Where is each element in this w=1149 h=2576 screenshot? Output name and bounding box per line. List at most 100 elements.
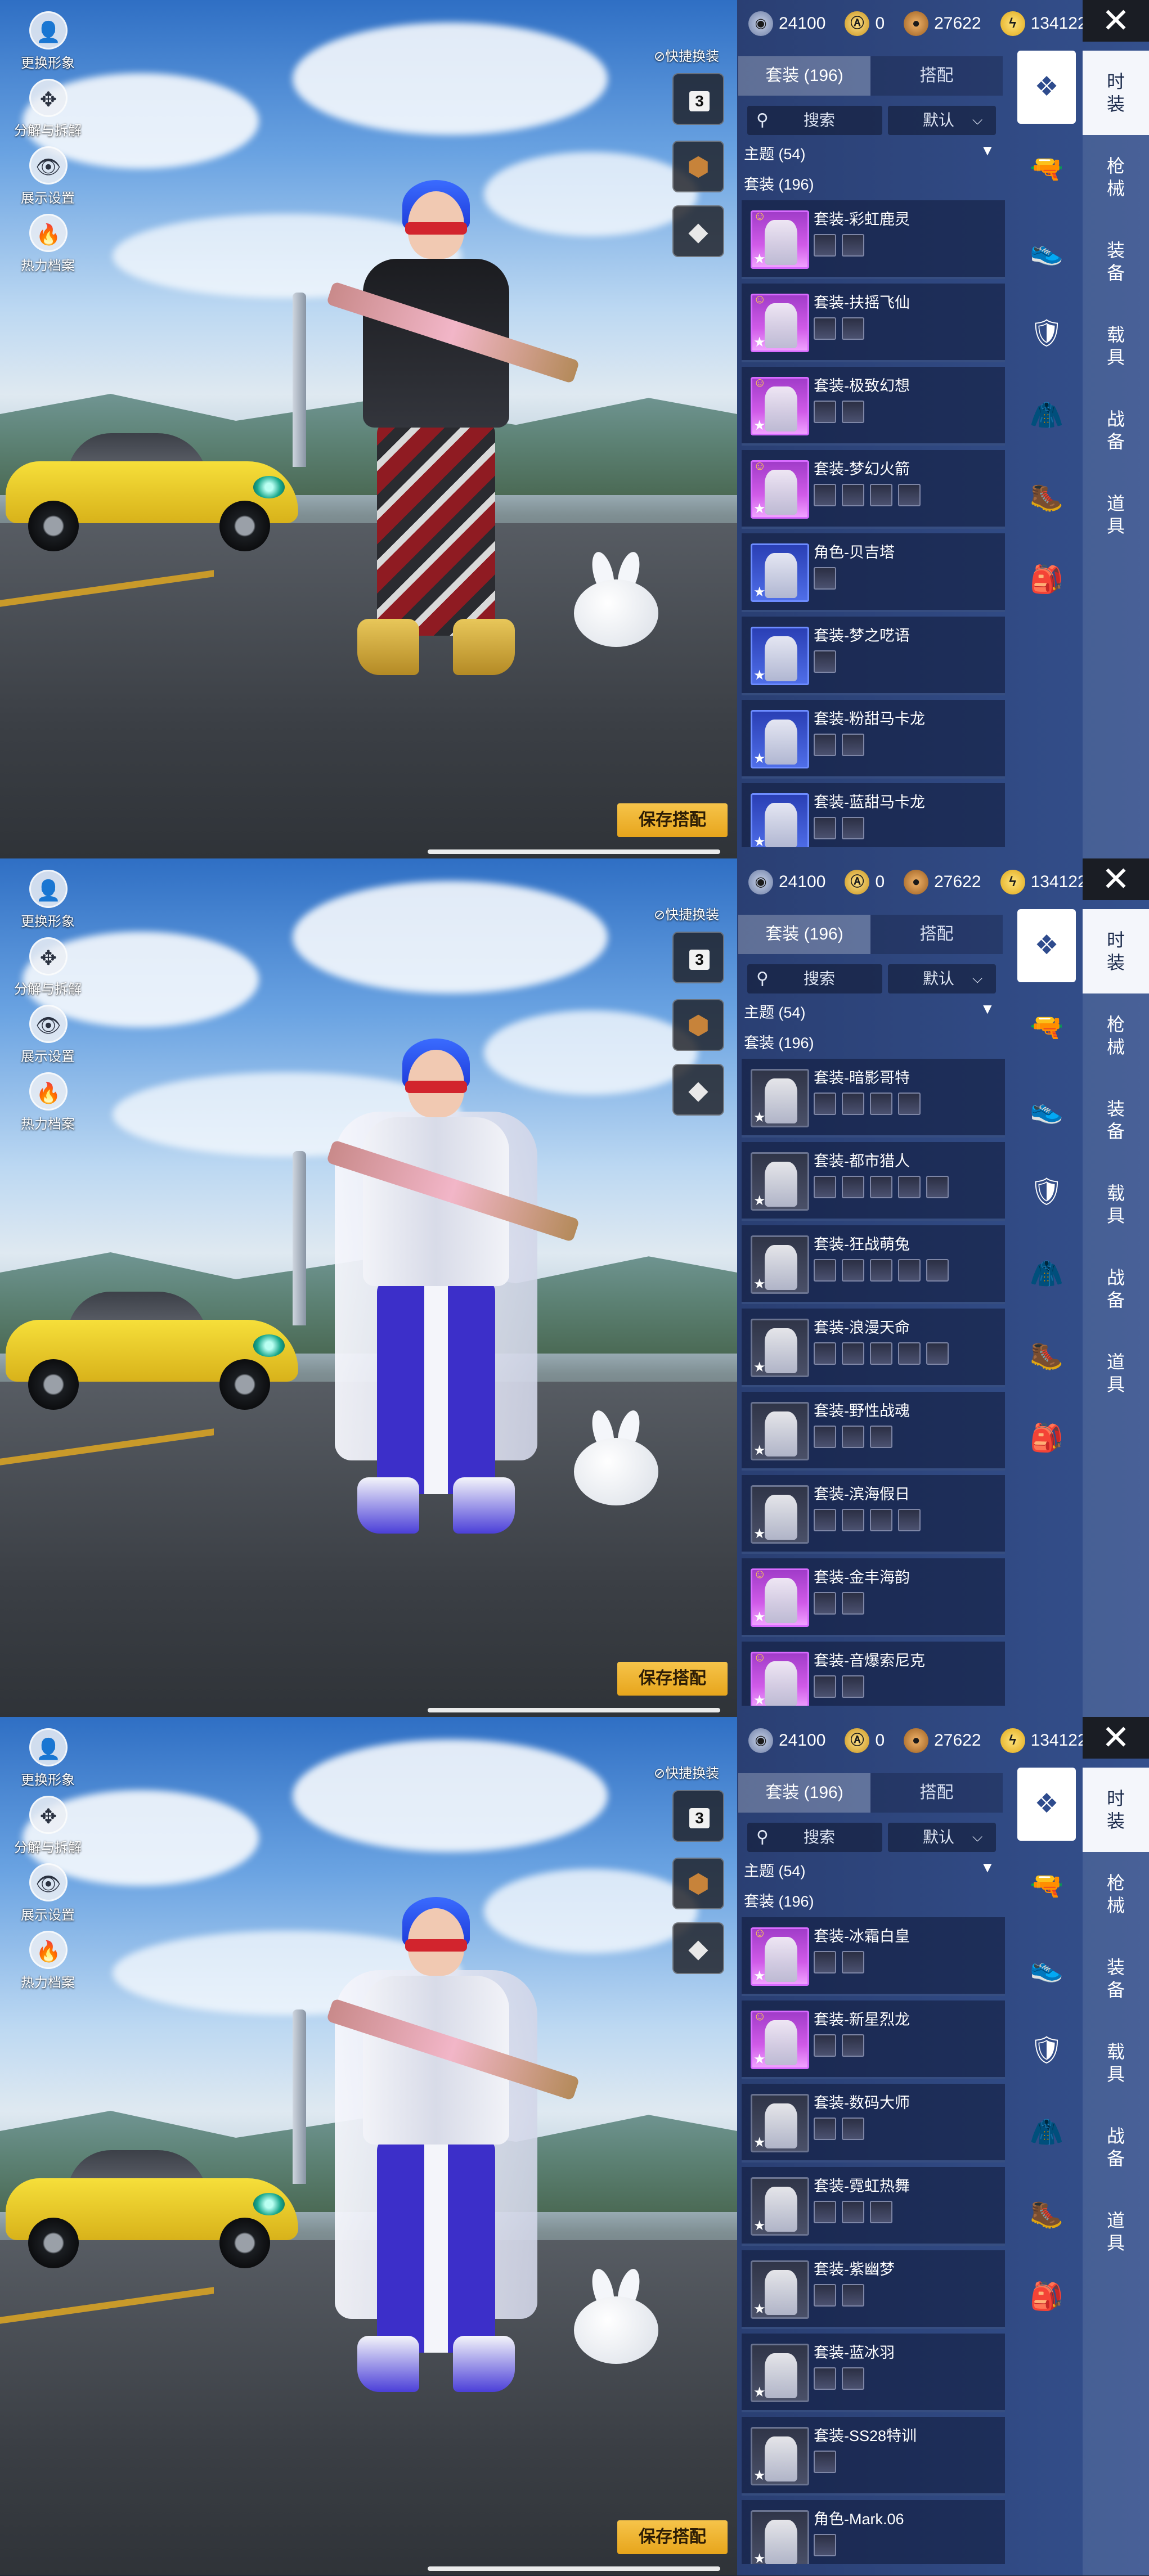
save-outfit-button[interactable]: 保存搭配 — [617, 803, 728, 837]
outfit-list-item[interactable]: ★ 套装-浪漫天命 — [742, 1309, 1005, 1387]
display-settings-button[interactable]: 👁 展示设置 — [6, 1863, 90, 1925]
currency-item[interactable]: ● 27622 — [904, 1728, 981, 1753]
emblem-button[interactable]: ⬢ — [672, 1858, 724, 1909]
side-tab[interactable]: 道 具 — [1083, 473, 1149, 557]
currency-item[interactable]: ◉ 24100 — [748, 1728, 825, 1753]
outfit-part-thumbnail[interactable] — [814, 2284, 836, 2307]
theme-filter[interactable]: 主题 (54) ▼ — [744, 1859, 1003, 1885]
heat-profile-button[interactable]: 🔥 热力档案 — [6, 1931, 90, 1993]
outfit-part-thumbnail[interactable] — [842, 317, 864, 340]
currency-item[interactable]: ϟ 1341226 — [1000, 1728, 1096, 1753]
pants-icon[interactable]: 🥾 — [1017, 461, 1076, 534]
quick-change-label[interactable]: ⊘快捷换装 — [654, 903, 719, 923]
outfit-part-thumbnail[interactable] — [842, 1259, 864, 1282]
outfit-list-item[interactable]: ★ 套装-梦之呓语 — [742, 617, 1005, 695]
outfit-part-thumbnail[interactable] — [870, 1509, 892, 1531]
close-button[interactable]: ✕ — [1083, 0, 1149, 42]
currency-item[interactable]: Ⓐ 0 — [845, 11, 885, 36]
emblem-button[interactable]: ⬢ — [672, 999, 724, 1051]
outfit-part-thumbnail[interactable] — [814, 401, 836, 423]
close-button[interactable]: ✕ — [1083, 1717, 1149, 1759]
jacket-icon[interactable]: 🧥 — [1017, 379, 1076, 452]
outfit-part-thumbnail[interactable] — [814, 567, 836, 590]
outfit-part-thumbnail[interactable] — [842, 1176, 864, 1198]
save-outfit-button[interactable]: 保存搭配 — [617, 1662, 728, 1696]
quick-change-label[interactable]: ⊘快捷换装 — [654, 1762, 719, 1782]
player-character[interactable] — [324, 180, 580, 686]
outfit-part-thumbnail[interactable] — [842, 1093, 864, 1115]
side-tab[interactable]: 道 具 — [1083, 2190, 1149, 2274]
outfit-part-thumbnail[interactable] — [842, 1426, 864, 1448]
side-tab[interactable]: 载 具 — [1083, 2021, 1149, 2105]
outfit-list-item[interactable]: ☺ ★ 套装-新星烈龙 — [742, 2000, 1005, 2079]
search-input[interactable]: ⚲ 搜索 — [747, 106, 882, 135]
side-tab[interactable]: 时 装 — [1083, 1768, 1149, 1852]
player-character[interactable] — [324, 1897, 580, 2403]
sort-dropdown[interactable]: 默认 ⌵ — [888, 964, 996, 993]
outfit-part-thumbnail[interactable] — [870, 484, 892, 506]
outfit-part-thumbnail[interactable] — [814, 2201, 836, 2223]
weapon-icon[interactable]: 🔫 — [1017, 1850, 1076, 1923]
outfit-part-thumbnail[interactable] — [842, 1675, 864, 1698]
side-tab[interactable]: 枪 械 — [1083, 135, 1149, 219]
tab-sets[interactable]: 套装 (196) — [738, 1773, 870, 1813]
outfit-list-item[interactable]: ☺ ★ 套装-冰霜白皇 — [742, 1917, 1005, 1996]
currency-item[interactable]: Ⓐ 0 — [845, 870, 885, 894]
side-tab[interactable]: 装 备 — [1083, 1078, 1149, 1162]
outfit-list-item[interactable]: ★ 套装-野性战魂 — [742, 1392, 1005, 1471]
outfit-part-thumbnail[interactable] — [814, 734, 836, 756]
outfit-part-thumbnail[interactable] — [898, 484, 921, 506]
outfit-list-item[interactable]: ★ 套装-暗影哥特 — [742, 1059, 1005, 1138]
outfit-part-thumbnail[interactable] — [814, 2118, 836, 2140]
outfit-part-thumbnail[interactable] — [814, 650, 836, 673]
outfit-part-thumbnail[interactable] — [870, 1093, 892, 1115]
display-settings-button[interactable]: 👁 展示设置 — [6, 1005, 90, 1067]
dismantle-button[interactable]: ✥ 分解与拆解 — [6, 937, 90, 999]
outfit-part-thumbnail[interactable] — [814, 1509, 836, 1531]
mask-icon[interactable]: 🛡 — [1017, 297, 1076, 370]
outfit-list-item[interactable]: ★ 套装-蓝冰羽 — [742, 2334, 1005, 2412]
outfit-list-item[interactable]: ★ 套装-紫幽梦 — [742, 2250, 1005, 2329]
outfit-part-thumbnail[interactable] — [814, 1176, 836, 1198]
equipment-icon[interactable]: 👟 — [1017, 1073, 1076, 1147]
theme-filter[interactable]: 主题 (54) ▼ — [744, 142, 1003, 168]
outfit-part-thumbnail[interactable] — [814, 2534, 836, 2556]
tab-outfits[interactable]: 搭配 — [870, 56, 1003, 96]
heat-profile-button[interactable]: 🔥 热力档案 — [6, 1072, 90, 1134]
outfit-part-thumbnail[interactable] — [814, 1093, 836, 1115]
outfit-part-thumbnail[interactable] — [898, 1259, 921, 1282]
outfit-part-thumbnail[interactable] — [842, 1951, 864, 1973]
outfit-part-thumbnail[interactable] — [814, 234, 836, 257]
sort-dropdown[interactable]: 默认 ⌵ — [888, 1823, 996, 1852]
wardrobe-slot-button[interactable]: ⌂ 3 — [672, 1790, 724, 1842]
outfit-part-thumbnail[interactable] — [842, 817, 864, 839]
side-tab[interactable]: 枪 械 — [1083, 993, 1149, 1078]
outfit-part-thumbnail[interactable] — [926, 1342, 949, 1365]
side-tab[interactable]: 战 备 — [1083, 1247, 1149, 1331]
outfit-list-item[interactable]: ★ 套装-霓虹热舞 — [742, 2167, 1005, 2246]
outfit-part-thumbnail[interactable] — [842, 2201, 864, 2223]
tab-sets[interactable]: 套装 (196) — [738, 915, 870, 954]
outfit-part-thumbnail[interactable] — [870, 1426, 892, 1448]
outfit-list-item[interactable]: ★ 套装-都市猎人 — [742, 1142, 1005, 1221]
outfit-part-thumbnail[interactable] — [814, 1592, 836, 1615]
currency-item[interactable]: ● 27622 — [904, 11, 981, 36]
search-input[interactable]: ⚲ 搜索 — [747, 1823, 882, 1852]
currency-item[interactable]: ϟ 1341226 — [1000, 11, 1096, 36]
save-outfit-button[interactable]: 保存搭配 — [617, 2520, 728, 2554]
outfit-list-item[interactable]: ☺ ★ 套装-梦幻火箭 — [742, 450, 1005, 529]
outfit-part-thumbnail[interactable] — [814, 1426, 836, 1448]
weapon-icon[interactable]: 🔫 — [1017, 133, 1076, 206]
outfit-part-thumbnail[interactable] — [842, 734, 864, 756]
equipment-icon[interactable]: 👟 — [1017, 1932, 1076, 2005]
quick-change-label[interactable]: ⊘快捷换装 — [654, 45, 719, 65]
currency-item[interactable]: Ⓐ 0 — [845, 1728, 885, 1753]
outfit-part-thumbnail[interactable] — [870, 1259, 892, 1282]
outfit-part-thumbnail[interactable] — [814, 2034, 836, 2057]
outfit-list-item[interactable]: ★ 角色-Mark.06 — [742, 2500, 1005, 2564]
bunny-pet[interactable] — [574, 1408, 658, 1505]
mask-icon[interactable]: 🛡 — [1017, 1156, 1076, 1229]
outfit-part-thumbnail[interactable] — [814, 1951, 836, 1973]
diamond-button[interactable]: ◆ — [672, 1922, 724, 1974]
outfit-part-thumbnail[interactable] — [898, 1093, 921, 1115]
